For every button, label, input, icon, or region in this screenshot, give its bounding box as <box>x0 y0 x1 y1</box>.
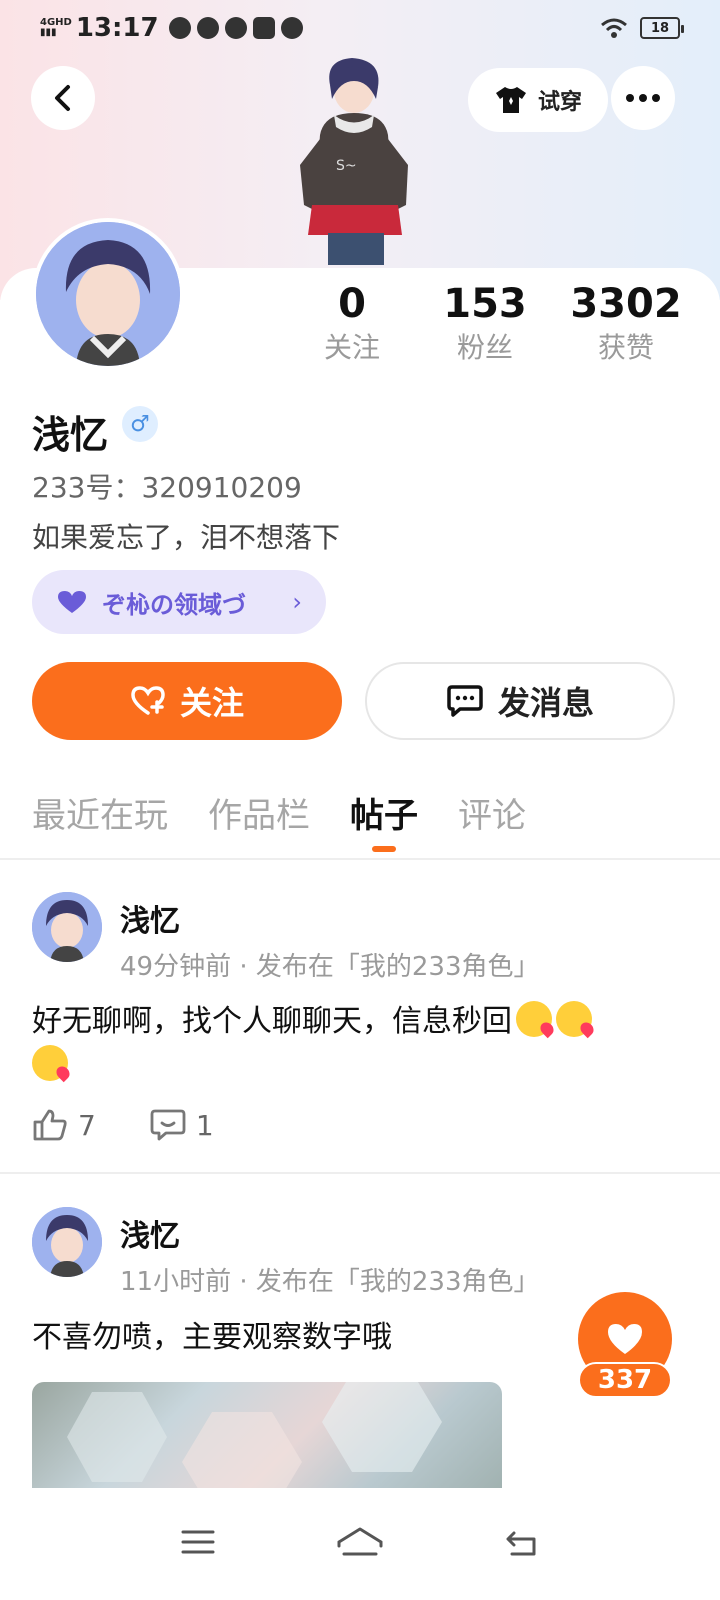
tab-works[interactable]: 作品栏 <box>208 792 310 852</box>
like-button[interactable]: 7 <box>32 1108 96 1142</box>
notification-icons <box>168 17 303 39</box>
try-on-button[interactable]: 试穿 <box>468 68 608 132</box>
comment-icon <box>150 1109 186 1141</box>
comment-count: 1 <box>195 1108 214 1142</box>
menu-button[interactable] <box>180 1528 216 1560</box>
home-icon <box>337 1527 383 1556</box>
post-image-content <box>67 1382 442 1500</box>
likes-received-count: 3302 <box>570 281 682 327</box>
signal-icon: ▮▮▮ <box>40 27 57 38</box>
post-meta: 11小时前 · 发布在「我的233角色」 <box>120 1267 540 1297</box>
cloud-icon <box>168 17 191 39</box>
play-icon <box>252 17 275 39</box>
clock: 13:17 <box>75 13 159 43</box>
menu-icon <box>181 1530 215 1554</box>
more-button[interactable] <box>611 66 675 130</box>
message-button[interactable]: 发消息 <box>365 662 675 740</box>
status-bar: 4GHD ▮▮▮ 13:17 18 <box>0 0 720 56</box>
post-text-content: 好无聊啊，找个人聊聊天，信息秒回 <box>32 1004 512 1039</box>
heart-icon <box>608 1324 642 1354</box>
post-text: 好无聊啊，找个人聊聊天，信息秒回 <box>32 1000 692 1088</box>
comment-button[interactable]: 1 <box>150 1108 214 1142</box>
post-actions: 7 1 <box>32 1108 214 1142</box>
stat-fans[interactable]: 153 粉丝 <box>443 280 527 368</box>
post-author-name[interactable]: 浅忆 <box>120 896 180 940</box>
following-count: 0 <box>338 281 366 327</box>
back-nav-button[interactable] <box>504 1527 540 1561</box>
back-arrow-icon <box>506 1531 536 1556</box>
stat-following[interactable]: 0 关注 <box>316 280 388 368</box>
profile-tabs: 最近在玩 作品栏 帖子 评论 <box>32 792 672 852</box>
network-indicator: 4GHD ▮▮▮ <box>40 18 72 38</box>
profile-screen: 4GHD ▮▮▮ 13:17 18 S~ 试穿 0 关注 153 粉丝 3302… <box>0 0 720 1600</box>
kiss-emoji-icon <box>556 1001 592 1037</box>
svg-text:S~: S~ <box>336 158 357 174</box>
battery-level: 18 <box>650 20 670 36</box>
post-image[interactable] <box>32 1382 502 1500</box>
tab-comments[interactable]: 评论 <box>458 792 526 852</box>
heart-plus-icon <box>131 686 165 715</box>
tshirt-icon <box>495 87 526 113</box>
system-nav-bar <box>0 1488 720 1600</box>
floating-like-button[interactable]: 337 <box>578 1292 672 1404</box>
chat-bubble-icon <box>280 17 303 39</box>
floating-like-count: 337 <box>578 1362 672 1398</box>
domain-label: ぞ杺の领域づ <box>102 590 246 619</box>
post-author-avatar[interactable] <box>32 892 102 962</box>
male-gender-icon: ♂ <box>122 406 158 442</box>
post-divider <box>0 1172 720 1174</box>
post-meta: 49分钟前 · 发布在「我的233角色」 <box>120 952 540 982</box>
leaf-icon <box>196 17 219 39</box>
kiss-emoji-icon <box>516 1001 552 1037</box>
likes-received-label: 获赞 <box>597 331 654 364</box>
more-dots-icon <box>626 94 660 102</box>
chevron-left-icon <box>55 85 70 111</box>
message-label: 发消息 <box>497 684 594 722</box>
profile-name: 浅忆 <box>32 413 109 457</box>
heart-icon <box>58 591 86 613</box>
profile-avatar[interactable] <box>32 218 184 370</box>
follow-label: 关注 <box>179 684 244 722</box>
stat-likes[interactable]: 3302 获赞 <box>570 280 681 368</box>
home-button[interactable] <box>336 1526 384 1562</box>
avatar-image <box>32 1207 102 1277</box>
avatar-image <box>36 222 180 366</box>
fans-count: 153 <box>443 281 527 327</box>
post-author-avatar[interactable] <box>32 1207 102 1277</box>
following-label: 关注 <box>323 331 380 364</box>
domain-badge[interactable]: ぞ杺の领域づ › <box>32 570 326 634</box>
follow-button[interactable]: 关注 <box>32 662 342 740</box>
avatar-image <box>32 892 102 962</box>
avatar-character: S~ <box>300 58 408 265</box>
tab-posts[interactable]: 帖子 <box>350 792 418 852</box>
post-author-name[interactable]: 浅忆 <box>120 1211 180 1255</box>
like-count: 7 <box>78 1108 96 1142</box>
kiss-emoji-icon <box>32 1045 68 1081</box>
profile-bio: 如果爱忘了，泪不想落下 <box>32 521 341 554</box>
thumbs-up-icon <box>33 1109 67 1141</box>
try-on-label: 试穿 <box>537 90 582 115</box>
chevron-right-icon: › <box>292 588 302 616</box>
fan-icon <box>224 17 247 39</box>
tabs-divider <box>0 858 720 860</box>
user-id: 233号：320910209 <box>32 471 302 504</box>
back-button[interactable] <box>31 66 95 130</box>
chat-icon <box>447 685 483 717</box>
fans-label: 粉丝 <box>456 331 513 364</box>
tab-recently-played[interactable]: 最近在玩 <box>32 792 168 852</box>
wifi-icon <box>601 18 627 38</box>
battery-icon: 18 <box>640 17 684 39</box>
